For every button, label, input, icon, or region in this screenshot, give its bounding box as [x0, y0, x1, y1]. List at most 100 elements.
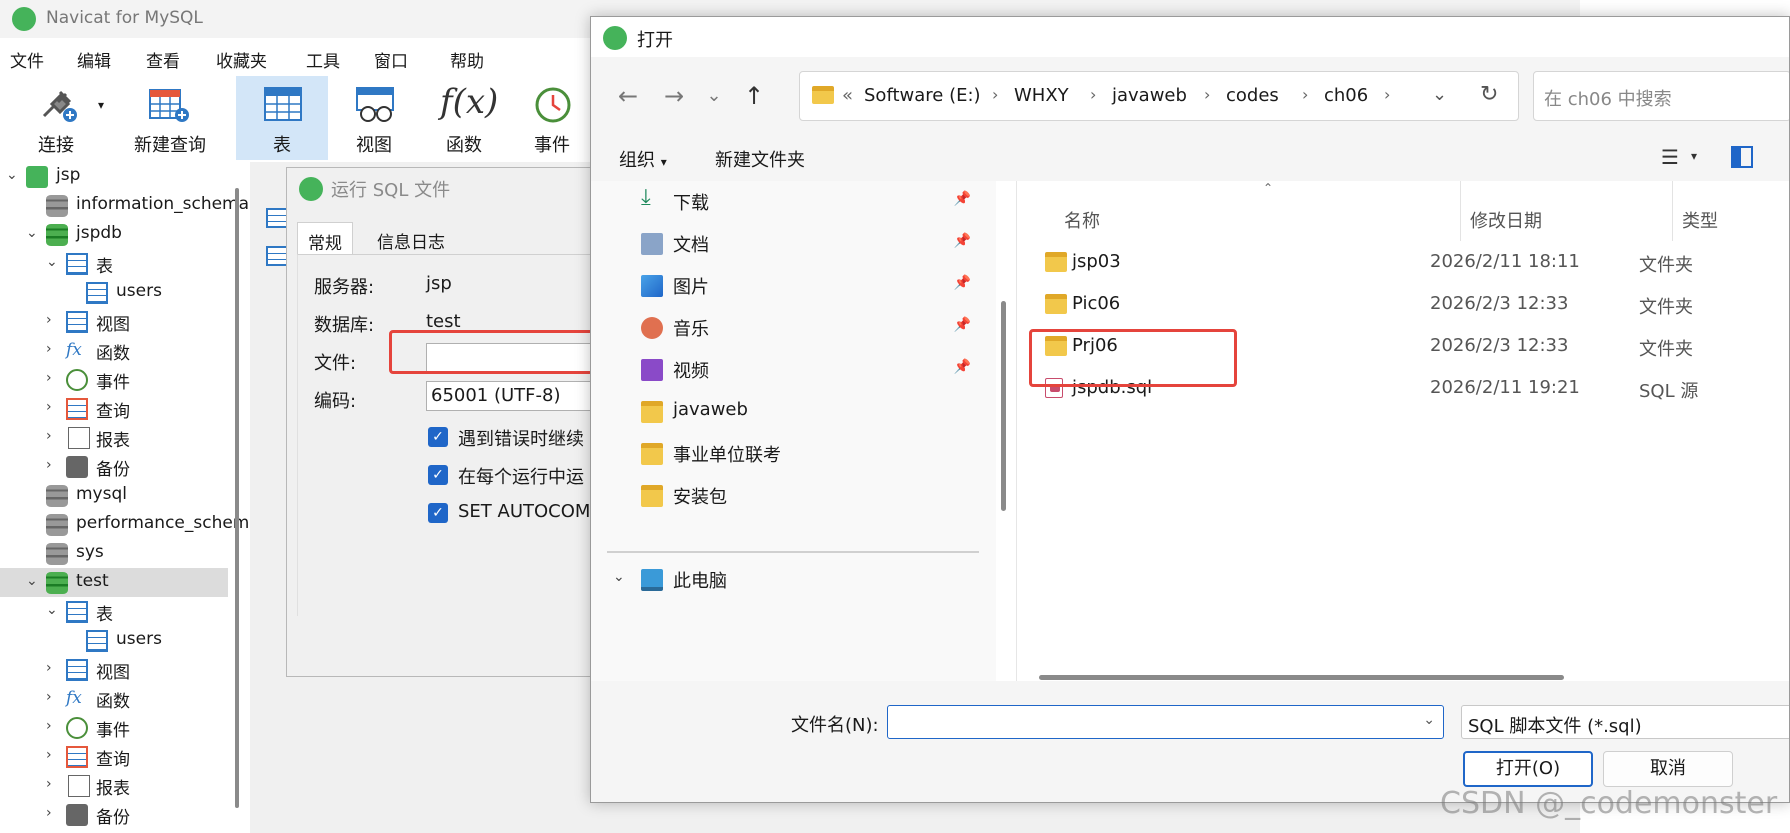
chevron-down-icon[interactable]: ⌄ [613, 569, 625, 585]
tree-db-performance-schema[interactable]: performance_schema [0, 510, 260, 539]
tree-jspdb-backups[interactable]: › 备份 [0, 452, 228, 481]
column-header-name[interactable]: 名称 [1064, 207, 1100, 233]
search-box[interactable]: 在 ch06 中搜索 [1533, 71, 1789, 121]
chevron-right-icon[interactable]: › [46, 312, 52, 328]
pin-icon[interactable]: 📌 [954, 317, 971, 333]
function-button[interactable]: f(x) 函数 [418, 76, 510, 160]
chevron-right-icon[interactable]: › [1302, 85, 1308, 104]
chevron-right-icon[interactable]: › [46, 718, 52, 734]
chevron-down-icon[interactable]: ⌄ [46, 254, 58, 270]
nav-item-documents[interactable]: 文档 📌 [641, 223, 981, 263]
tree-jspdb-views[interactable]: › 视图 [0, 307, 228, 336]
connect-button[interactable]: 连接 [10, 76, 102, 160]
tree-db-mysql[interactable]: mysql [0, 481, 228, 510]
chevron-down-icon[interactable]: ▾ [1691, 149, 1697, 163]
chevron-right-icon[interactable]: › [46, 370, 52, 386]
continue-on-error-checkbox[interactable]: ✓ [428, 427, 448, 447]
nav-item-installers[interactable]: 安装包 [641, 475, 981, 515]
chevron-right-icon[interactable]: › [1090, 85, 1096, 104]
open-button[interactable]: 打开(O) [1463, 751, 1593, 787]
new-query-button[interactable]: 新建查询 [118, 76, 222, 160]
back-arrow-icon[interactable]: ← [611, 79, 645, 113]
chevron-right-icon[interactable]: › [46, 660, 52, 676]
tree-jspdb-reports[interactable]: › 报表 [0, 423, 228, 452]
menu-file[interactable]: 文件 [10, 47, 44, 72]
nav-item-exam[interactable]: 事业单位联考 [641, 433, 981, 473]
forward-arrow-icon[interactable]: → [657, 79, 691, 113]
chevron-down-icon[interactable]: ⌄ [46, 602, 58, 618]
cancel-button[interactable]: 取消 [1603, 751, 1733, 787]
tree-test-users[interactable]: users [0, 626, 228, 655]
tree-jspdb-functions[interactable]: › fx 函数 [0, 336, 228, 365]
chevron-right-icon[interactable]: › [992, 85, 998, 104]
filename-input[interactable]: ⌄ [887, 705, 1444, 739]
tab-message-log[interactable]: 信息日志 [367, 222, 455, 254]
autocommit-checkbox[interactable]: ✓ [428, 503, 448, 523]
nav-scrollbar[interactable] [1001, 301, 1006, 511]
menu-help[interactable]: 帮助 [450, 47, 484, 72]
menu-view[interactable]: 查看 [146, 47, 180, 72]
nav-item-this-pc[interactable]: 此电脑 [641, 559, 981, 599]
chevron-right-icon[interactable]: › [1204, 85, 1210, 104]
up-arrow-icon[interactable]: ↑ [737, 79, 771, 113]
view-options-icon[interactable]: ☰ [1661, 145, 1679, 169]
file-type-filter-select[interactable]: SQL 脚本文件 (*.sql) [1461, 705, 1789, 739]
event-button[interactable]: 事件 [506, 76, 598, 160]
chevron-right-icon[interactable]: › [46, 399, 52, 415]
file-row-jsp03[interactable]: jsp03 2026/2/11 18:11 文件夹 [1027, 243, 1789, 281]
tree-jspdb-users[interactable]: users [0, 278, 228, 307]
tree-db-information-schema[interactable]: information_schema [0, 191, 249, 220]
tree-db-test[interactable]: ⌄ test [0, 568, 228, 597]
pin-icon[interactable]: 📌 [954, 275, 971, 291]
breadcrumb-javaweb[interactable]: javaweb [1112, 85, 1187, 106]
chevron-right-icon[interactable]: › [46, 776, 52, 792]
column-divider[interactable] [1672, 181, 1673, 241]
address-bar[interactable]: « Software (E:) › WHXY › javaweb › codes… [799, 71, 1519, 121]
connect-dropdown-icon[interactable]: ▾ [98, 98, 104, 112]
file-list-hscrollbar[interactable] [1039, 675, 1564, 680]
address-history-chevron-down-icon[interactable]: ⌄ [1432, 84, 1447, 105]
breadcrumb-drive[interactable]: Software (E:) [864, 85, 981, 106]
column-header-type[interactable]: 类型 [1682, 207, 1718, 233]
tree-db-jspdb[interactable]: ⌄ jspdb [0, 220, 228, 249]
nav-item-javaweb[interactable]: javaweb [641, 391, 981, 431]
nav-item-videos[interactable]: 视频 📌 [641, 349, 981, 389]
tree-test-events[interactable]: › 事件 [0, 713, 228, 742]
tree-jspdb-queries[interactable]: › 查询 [0, 394, 228, 423]
breadcrumb-overflow[interactable]: « [842, 85, 853, 106]
tree-test-queries[interactable]: › 查询 [0, 742, 228, 771]
chevron-right-icon[interactable]: › [46, 341, 52, 357]
menu-edit[interactable]: 编辑 [77, 47, 111, 72]
chevron-down-icon[interactable]: ⌄ [1423, 712, 1435, 728]
tab-general[interactable]: 常规 [297, 222, 353, 254]
menu-window[interactable]: 窗口 [374, 47, 408, 72]
nav-item-pictures[interactable]: 图片 📌 [641, 265, 981, 305]
tree-test-views[interactable]: › 视图 [0, 655, 228, 684]
tree-test-functions[interactable]: › fx 函数 [0, 684, 228, 713]
preview-pane-icon[interactable] [1731, 146, 1753, 168]
recent-chevron-down-icon[interactable]: ⌄ [697, 79, 731, 113]
breadcrumb-codes[interactable]: codes [1226, 85, 1279, 106]
menu-favorites[interactable]: 收藏夹 [216, 47, 267, 72]
chevron-right-icon[interactable]: › [46, 747, 52, 763]
run-multiple-checkbox[interactable]: ✓ [428, 465, 448, 485]
organize-menu-button[interactable]: 组织 ▾ [619, 146, 667, 172]
tree-jspdb-events[interactable]: › 事件 [0, 365, 228, 394]
tree-test-tables[interactable]: ⌄ 表 [0, 597, 228, 626]
nav-item-music[interactable]: 音乐 📌 [641, 307, 981, 347]
tree-test-reports[interactable]: › 报表 [0, 771, 228, 800]
tree-test-backups[interactable]: › 备份 [0, 800, 228, 829]
tree-jspdb-tables[interactable]: ⌄ 表 [0, 249, 228, 278]
search-input[interactable]: 在 ch06 中搜索 [1544, 85, 1672, 111]
file-row-pic06[interactable]: Pic06 2026/2/3 12:33 文件夹 [1027, 285, 1789, 323]
menu-tools[interactable]: 工具 [306, 47, 340, 72]
tree-server-jsp[interactable]: ⌄ jsp [0, 162, 228, 191]
chevron-down-icon[interactable]: ⌄ [6, 167, 18, 183]
view-button[interactable]: 视图 [328, 76, 420, 160]
column-header-date[interactable]: 修改日期 [1470, 207, 1542, 233]
column-divider[interactable] [1460, 181, 1461, 241]
new-folder-button[interactable]: 新建文件夹 [715, 146, 805, 172]
tree-scrollbar[interactable] [235, 188, 239, 808]
breadcrumb-ch06[interactable]: ch06 [1324, 85, 1368, 106]
tree-db-sys[interactable]: sys [0, 539, 228, 568]
